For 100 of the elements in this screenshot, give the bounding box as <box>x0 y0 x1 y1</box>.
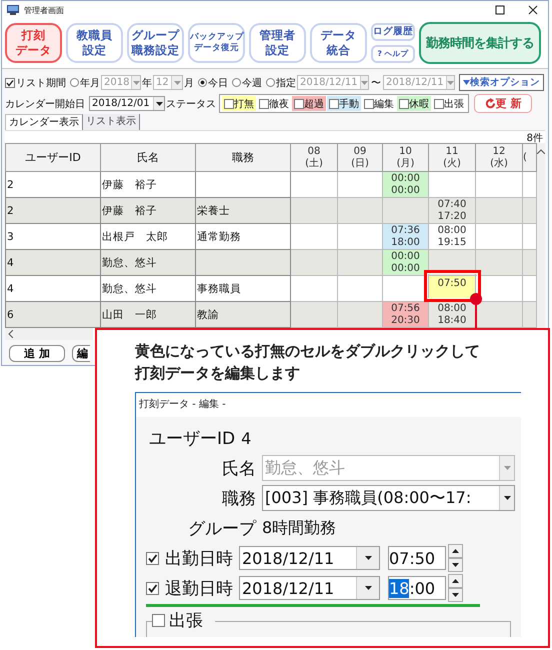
dialog-title: 打刻データ - 編集 - <box>136 393 521 417</box>
unit-label: 月 <box>184 76 194 90</box>
action-button[interactable]: 編 <box>72 345 90 362</box>
checkbox[interactable] <box>146 582 159 594</box>
checkbox[interactable] <box>146 552 159 564</box>
tab[interactable]: カレンダー表示 <box>5 114 83 130</box>
toolbar-button[interactable]: データ 統合 <box>310 22 367 62</box>
time-cell[interactable]: 08:00 19:15 <box>429 224 475 249</box>
toolbar-button[interactable]: グループ 職務設定 <box>127 22 184 62</box>
time-cell[interactable]: 08:00 18:40 <box>429 302 475 327</box>
toolbar-button[interactable]: 打刻 データ <box>5 22 62 62</box>
checkbox-label: リスト期間 <box>16 76 66 90</box>
date-picker[interactable]: 2018/12/11 <box>239 576 380 600</box>
field-value: 4 <box>241 428 252 448</box>
toolbar-button[interactable]: 管理者 設定 <box>249 22 306 62</box>
radio-label: 今日 <box>208 76 228 90</box>
field-label: カレンダー開始日 <box>5 98 85 110</box>
dropdown-arrow-icon <box>446 80 454 84</box>
column-header[interactable]: ユーザーID <box>6 144 100 172</box>
status-checkbox[interactable]: 超過 <box>292 96 326 111</box>
checkbox-label: 退勤日時 <box>165 578 233 600</box>
status-checkbox[interactable]: 編集 <box>362 96 396 111</box>
refresh-button[interactable]: 更 新 <box>474 94 532 113</box>
table-cell: 勤怠、悠斗 <box>100 250 196 276</box>
time-cell[interactable]: 00:00 00:00 <box>383 250 428 275</box>
column-header[interactable]: 09 (日) <box>338 144 382 172</box>
spinner-icon[interactable] <box>448 544 463 572</box>
dropdown-arrow-icon <box>364 556 372 560</box>
field-label: グループ <box>187 518 256 540</box>
time-cell[interactable]: 07:40 17:20 <box>429 198 475 223</box>
radio-button[interactable] <box>198 78 207 87</box>
time-field[interactable]: 18:00 <box>388 576 446 600</box>
column-header[interactable]: 12 (水) <box>476 144 522 172</box>
close-icon[interactable] <box>528 5 538 15</box>
maximize-icon[interactable] <box>495 5 505 15</box>
table-cell: 2 <box>6 198 100 224</box>
column-header[interactable]: 08 (土) <box>290 144 338 172</box>
scroll-up-icon[interactable] <box>537 149 545 154</box>
dropdown-arrow-icon <box>132 80 140 84</box>
checkbox-label: 出張 <box>169 610 203 632</box>
scrollbar[interactable] <box>5 328 93 340</box>
table-cell: 山田 一郎 <box>100 302 196 328</box>
column-header[interactable]: 11 (火) <box>428 144 476 172</box>
time-field[interactable]: 07:50 <box>388 546 446 570</box>
job-dropdown[interactable]: [003] 事務職員(08:00〜17: <box>262 485 515 511</box>
checkbox[interactable] <box>5 78 15 88</box>
radio-label: 指定 <box>276 76 296 90</box>
time-cell[interactable]: 07:36 18:00 <box>383 224 428 249</box>
toolbar-button[interactable]: ログ履歴 <box>371 22 415 40</box>
dropdown-arrow-icon <box>360 80 368 84</box>
field-label: 職務 <box>221 488 256 510</box>
checkbox[interactable] <box>152 614 165 627</box>
field-label: 氏名 <box>221 458 256 480</box>
time-text: 07:50 <box>389 548 436 568</box>
radio-button[interactable] <box>232 78 241 87</box>
column-header[interactable]: 職務 <box>196 144 290 172</box>
date-picker[interactable]: 2018/12/11 <box>239 546 380 570</box>
table-cell: 4 <box>6 250 100 276</box>
table-cell: 伊藤 裕子 <box>100 198 196 224</box>
status-checkbox[interactable]: 休暇 <box>397 96 431 111</box>
time-cell[interactable]: 07:56 20:30 <box>383 302 428 327</box>
dropdown-arrow-icon <box>504 496 510 500</box>
unit-label: 年 <box>142 76 152 90</box>
column-header[interactable]: 氏名 <box>100 144 196 172</box>
scrollbar[interactable] <box>537 143 545 328</box>
checkbox-label: 出勤日時 <box>165 548 233 570</box>
field-label: ステータス <box>166 98 216 110</box>
window-title: 管理者画面 <box>24 4 64 16</box>
scroll-left-icon[interactable] <box>8 330 13 338</box>
dropdown-arrow-icon <box>156 102 162 106</box>
summary-button[interactable]: 勤務時間を集計する <box>419 22 541 64</box>
column-header[interactable]: 10 (月) <box>382 144 428 172</box>
radio-label: 年月 <box>80 76 100 90</box>
status-checkbox[interactable]: 出張 <box>432 96 466 111</box>
dropdown-arrow-icon <box>364 586 372 590</box>
status-checkbox[interactable]: 打無 <box>222 96 256 111</box>
action-button[interactable]: 追 加 <box>9 345 65 362</box>
radio-label: 今週 <box>242 76 262 90</box>
range-separator: 〜 <box>371 76 381 90</box>
field-label: ユーザーID <box>149 428 236 450</box>
spinner-icon[interactable] <box>448 574 463 602</box>
radio-button[interactable] <box>266 78 275 87</box>
dropdown-arrow-icon <box>504 466 510 470</box>
field-value: 8時間勤務 <box>262 518 336 538</box>
toolbar-button[interactable]: 教職員 設定 <box>66 22 123 62</box>
radio-button[interactable] <box>70 78 79 87</box>
table-cell: 教諭 <box>196 302 290 328</box>
selected-text: 18 <box>389 578 410 598</box>
date-dropdown[interactable]: 2018/12/01 <box>89 96 165 111</box>
instruction-text: 黄色になっている打無のセルをダブルクリックして 打刻データを編集します <box>135 341 481 384</box>
caret-icon <box>463 80 470 85</box>
dropdown-arrow-icon <box>174 80 180 84</box>
toolbar-button[interactable]: バックアップ データ復元 <box>188 22 245 62</box>
table-cell: 栄養士 <box>196 198 290 224</box>
time-cell[interactable]: 00:00 00:00 <box>383 172 428 197</box>
column-header[interactable]: ( <box>522 144 536 172</box>
tab[interactable]: リスト表示 <box>83 114 140 130</box>
search-options-button[interactable]: 検索オプション <box>459 74 544 91</box>
status-checkbox[interactable]: 手動 <box>327 96 361 111</box>
status-checkbox[interactable]: 徹夜 <box>257 96 291 111</box>
